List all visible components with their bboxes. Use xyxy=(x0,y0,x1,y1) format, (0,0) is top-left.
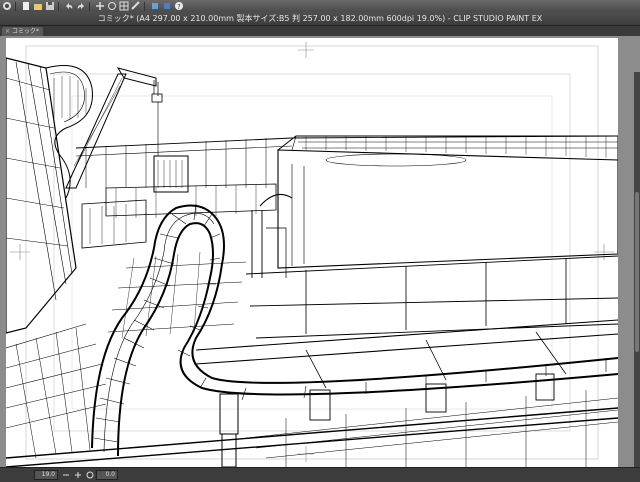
redo-icon[interactable] xyxy=(76,1,86,11)
window-title: コミック* (A4 297.00 x 210.00mm 製本サイズ:B5 判 2… xyxy=(97,14,543,23)
canvas-area[interactable] xyxy=(0,36,640,467)
toolbar-divider xyxy=(15,1,16,11)
new-file-icon[interactable] xyxy=(21,1,31,11)
close-icon[interactable]: × xyxy=(5,27,10,36)
toolbar-divider xyxy=(89,1,90,11)
document-tab-label: コミック* xyxy=(12,28,40,35)
vertical-scrollbar[interactable] xyxy=(634,72,640,467)
rotation-angle-field[interactable]: 0.0 xyxy=(96,470,118,480)
menu-icon[interactable] xyxy=(2,1,12,11)
toolbar-divider xyxy=(58,1,59,11)
layer-icon[interactable] xyxy=(150,1,160,11)
toolbar-divider xyxy=(144,1,145,11)
canvas-paper[interactable] xyxy=(5,38,619,467)
zoom-out-icon[interactable] xyxy=(62,471,70,479)
zoom-field[interactable]: 19.0 xyxy=(34,470,58,480)
svg-text:?: ? xyxy=(177,3,181,11)
scrollbar-thumb[interactable] xyxy=(635,192,639,352)
document-tab[interactable]: × コミック* xyxy=(2,27,44,36)
illustration-artwork xyxy=(5,42,619,467)
layer-2-icon[interactable] xyxy=(162,1,172,11)
undo-icon[interactable] xyxy=(64,1,74,11)
grid-icon[interactable] xyxy=(119,1,129,11)
help-icon[interactable]: ? xyxy=(174,1,184,11)
transform-icon[interactable] xyxy=(95,1,105,11)
open-file-icon[interactable] xyxy=(33,1,43,11)
snap-icon[interactable] xyxy=(107,1,117,11)
status-bar: 19.0 0.0 xyxy=(0,467,640,482)
save-icon[interactable] xyxy=(45,1,55,11)
zoom-in-icon[interactable] xyxy=(74,471,82,479)
window-titlebar: コミック* (A4 297.00 x 210.00mm 製本サイズ:B5 判 2… xyxy=(0,12,640,26)
ruler-icon[interactable] xyxy=(131,1,141,11)
document-tabbar: × コミック* xyxy=(0,26,640,36)
rotate-icon[interactable] xyxy=(86,471,94,479)
